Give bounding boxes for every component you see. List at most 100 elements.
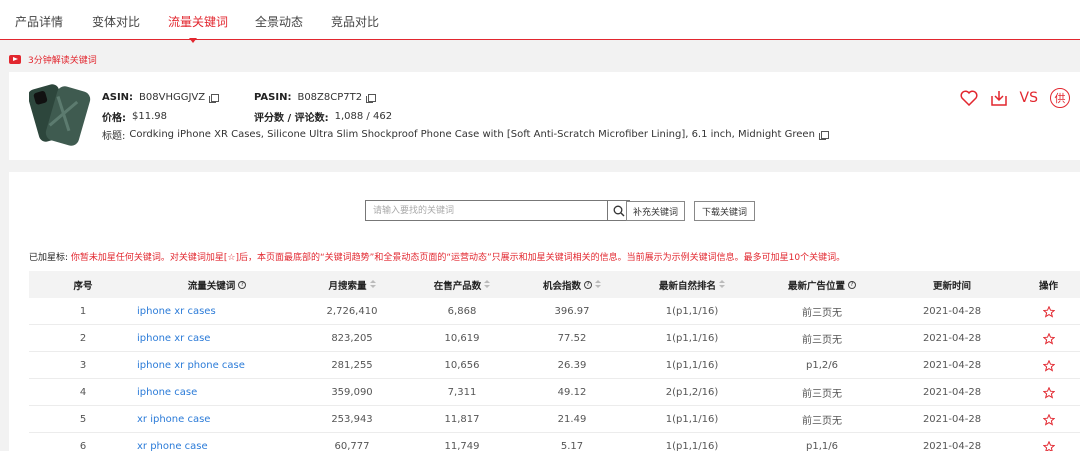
cell-keyword-link[interactable]: xr phone case (137, 433, 297, 451)
cell-natural-rank: 2(p1,2/16) (665, 387, 719, 398)
star-icon[interactable] (1017, 406, 1080, 433)
help-icon[interactable]: ? (584, 280, 592, 289)
header-ad-position-label: 最新广告位置 (787, 280, 845, 292)
table-body: 1 iphone xr cases 2,726,410 6,868 396.97… (29, 298, 1080, 451)
table-header: 序号 流量关键词? 月搜索量 在售产品数 机会指数? 最新自然排名 最新广告位置… (29, 271, 1080, 298)
cell-keyword-link[interactable]: iphone case (137, 379, 297, 406)
cell-keyword-link[interactable]: xr iphone case (137, 406, 297, 433)
header-natural-rank-label: 最新自然排名 (658, 280, 716, 292)
cell-opportunity: 26.39 (557, 360, 587, 371)
header-volume[interactable]: 月搜索量 (297, 271, 407, 298)
cell-natural-rank: 1(p1,1/16) (665, 414, 719, 425)
copy-icon[interactable] (209, 93, 220, 103)
supplier-button[interactable]: 供 (1050, 88, 1070, 108)
sort-icon[interactable] (719, 280, 725, 289)
tab-traffic-keywords[interactable]: 流量关键词 (168, 13, 228, 30)
cell-products: 7,311 (447, 387, 477, 398)
table-row: 5 xr iphone case 253,943 11,817 21.49 1(… (29, 406, 1080, 433)
tab-bar: 产品详情 变体对比 流量关键词 全景动态 竞品对比 (0, 0, 1080, 43)
header-opportunity[interactable]: 机会指数? (517, 271, 627, 298)
compare-vs-button[interactable]: VS (1020, 90, 1038, 106)
tab-panorama[interactable]: 全景动态 (255, 13, 303, 30)
star-notice-label: 已加星标: (29, 253, 69, 263)
tab-variant-compare[interactable]: 变体对比 (92, 13, 140, 30)
table-row: 1 iphone xr cases 2,726,410 6,868 396.97… (29, 298, 1080, 325)
cell-index: 6 (79, 441, 87, 451)
cell-keyword-link[interactable]: iphone xr cases (137, 298, 297, 325)
star-icon[interactable] (1017, 379, 1080, 406)
sort-icon[interactable] (484, 280, 491, 289)
price-value: $11.98 (132, 111, 167, 122)
header-volume-label: 月搜索量 (328, 280, 367, 292)
cell-products: 11,749 (444, 441, 480, 451)
cell-index: 5 (79, 414, 87, 425)
video-tutorial-link[interactable]: 3分钟解读关键词 (9, 53, 97, 66)
tab-competitor-compare[interactable]: 竞品对比 (331, 13, 379, 30)
table-row: 2 iphone xr case 823,205 10,619 77.52 1(… (29, 325, 1080, 352)
product-card: ASIN: B08VHGGJVZ PASIN: B08Z8CP7T2 价格: $… (9, 72, 1080, 160)
favorite-heart-icon[interactable] (960, 90, 978, 106)
cell-products: 10,656 (444, 360, 480, 371)
star-icon[interactable] (1017, 325, 1080, 352)
active-tab-indicator (189, 38, 197, 43)
help-icon[interactable]: ? (238, 280, 247, 289)
sort-icon[interactable] (369, 280, 376, 289)
cell-opportunity: 21.49 (557, 414, 587, 425)
copy-icon[interactable] (366, 93, 377, 103)
cell-volume: 823,205 (331, 333, 373, 344)
star-icon[interactable] (1017, 352, 1080, 379)
header-action-label: 操作 (1038, 280, 1058, 292)
pasin-line: PASIN: B08Z8CP7T2 (254, 92, 377, 103)
cell-updated: 2021-04-28 (922, 360, 982, 371)
tab-product-details[interactable]: 产品详情 (15, 13, 63, 30)
header-ad-position: 最新广告位置? (757, 271, 887, 298)
header-products[interactable]: 在售产品数 (407, 271, 517, 298)
price-label: 价格: (102, 113, 126, 124)
header-natural-rank[interactable]: 最新自然排名 (627, 271, 757, 298)
cell-keyword-link[interactable]: iphone xr phone case (137, 352, 297, 379)
product-thumbnail (29, 84, 91, 146)
cell-ad-position: 前三页无 (802, 416, 842, 427)
star-notice: 已加星标: 你暂未加星任何关键词。对关键词加星[☆]后，本页面最底部的“关键词趋… (29, 250, 845, 263)
pasin-label: PASIN: (254, 92, 292, 103)
product-actions: VS 供 (960, 88, 1070, 108)
cell-updated: 2021-04-28 (922, 333, 982, 344)
cell-updated: 2021-04-28 (922, 387, 982, 398)
asin-value: B08VHGGJVZ (139, 92, 206, 103)
header-index: 序号 (29, 271, 137, 298)
keyword-search-input[interactable] (366, 201, 607, 220)
rating-line: 评分数 / 评论数: 1,088 / 462 (254, 109, 392, 124)
cell-volume: 359,090 (331, 387, 373, 398)
download-keyword-button[interactable]: 下载关键词 (694, 201, 755, 221)
keyword-panel: 补充关键词 下载关键词 已加星标: 你暂未加星任何关键词。对关键词加星[☆]后，… (9, 172, 1080, 451)
header-index-label: 序号 (73, 280, 93, 292)
cell-products: 11,817 (444, 414, 480, 425)
cell-natural-rank: 1(p1,1/16) (665, 333, 719, 344)
help-icon[interactable]: ? (848, 280, 856, 289)
cell-opportunity: 396.97 (554, 306, 590, 317)
cell-updated: 2021-04-28 (922, 441, 982, 451)
table-row: 3 iphone xr phone case 281,255 10,656 26… (29, 352, 1080, 379)
cell-index: 3 (79, 360, 87, 371)
sort-icon[interactable] (595, 280, 601, 289)
cell-volume: 253,943 (331, 414, 373, 425)
cell-index: 2 (79, 333, 87, 344)
add-keyword-button[interactable]: 补充关键词 (626, 201, 685, 221)
star-icon[interactable] (1017, 298, 1080, 325)
header-updated-label: 更新时间 (932, 280, 971, 292)
title-line: 标题: Cordking iPhone XR Cases, Silicone U… (102, 127, 829, 142)
star-icon[interactable] (1017, 433, 1080, 451)
cell-keyword-link[interactable]: iphone xr case (137, 325, 297, 352)
cell-ad-position: 前三页无 (802, 389, 842, 400)
keyword-table: 序号 流量关键词? 月搜索量 在售产品数 机会指数? 最新自然排名 最新广告位置… (29, 271, 1080, 451)
download-icon[interactable] (990, 89, 1008, 107)
pasin-value: B08Z8CP7T2 (297, 92, 363, 103)
table-row: 4 iphone case 359,090 7,311 49.12 2(p1,2… (29, 379, 1080, 406)
cell-natural-rank: 1(p1,1/16) (665, 306, 719, 317)
video-tutorial-label: 3分钟解读关键词 (28, 56, 97, 66)
copy-icon[interactable] (818, 130, 829, 140)
cell-ad-position: 前三页无 (802, 308, 842, 319)
cell-ad-position: p1,2/6 (806, 360, 838, 371)
cell-natural-rank: 1(p1,1/16) (665, 441, 719, 451)
cell-updated: 2021-04-28 (922, 414, 982, 425)
